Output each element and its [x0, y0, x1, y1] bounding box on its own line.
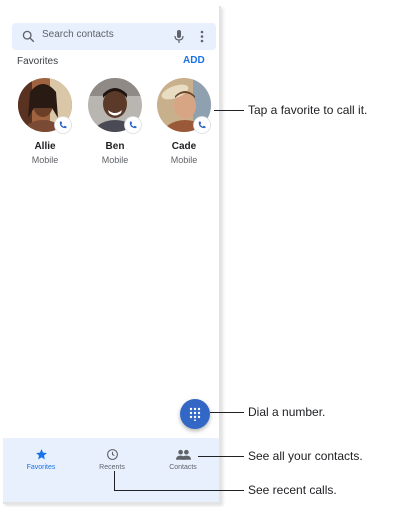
callout-line-recents-vertical: [114, 471, 115, 491]
phone-screen: Search contacts Favorites ADD Allie Mobi…: [3, 6, 221, 504]
nav-tab-contacts[interactable]: Contacts: [147, 448, 219, 488]
clock-icon: [106, 449, 118, 460]
callout-line-dial: [210, 412, 244, 413]
search-bar[interactable]: Search contacts: [12, 23, 216, 50]
more-options-icon[interactable]: [198, 28, 206, 45]
contact-phone-type: Mobile: [31, 155, 59, 165]
search-icon: [22, 30, 35, 43]
nav-tab-label: Favorites: [26, 464, 56, 471]
phone-icon[interactable]: [124, 116, 142, 134]
contact-name: Allie: [34, 141, 56, 152]
callout-contacts: See all your contacts.: [248, 449, 363, 463]
contact-name: Ben: [105, 141, 125, 152]
nav-tab-favorites[interactable]: Favorites: [5, 448, 77, 488]
nav-tab-label: Recents: [99, 464, 125, 471]
callout-line-recents: [114, 490, 244, 491]
phone-icon[interactable]: [193, 116, 211, 134]
callout-dial: Dial a number.: [248, 405, 326, 419]
add-favorite-button[interactable]: ADD: [183, 55, 205, 66]
phone-icon[interactable]: [54, 116, 72, 134]
nav-tab-label: Contacts: [169, 464, 197, 471]
callout-line-favorite: [214, 110, 244, 111]
dialpad-icon: [189, 407, 201, 421]
callout-favorite: Tap a favorite to call it.: [248, 103, 368, 117]
callout-recents: See recent calls.: [248, 483, 337, 497]
dialpad-button[interactable]: [180, 399, 210, 429]
star-icon: [35, 449, 47, 460]
contact-phone-type: Mobile: [170, 155, 198, 165]
callout-line-contacts: [198, 456, 244, 457]
contact-phone-type: Mobile: [101, 155, 129, 165]
nav-tab-recents[interactable]: Recents: [76, 448, 148, 488]
contact-name: Cade: [171, 141, 197, 152]
search-input[interactable]: Search contacts: [42, 29, 114, 40]
favorite-contact-ben[interactable]: Ben Mobile: [82, 78, 148, 178]
people-icon: [175, 449, 191, 460]
mic-icon[interactable]: [173, 29, 185, 44]
favorites-header: Favorites: [17, 56, 59, 67]
favorite-contact-allie[interactable]: Allie Mobile: [12, 78, 78, 178]
favorite-contact-cade[interactable]: Cade Mobile: [151, 78, 217, 178]
bottom-navigation: Favorites Recents Contacts: [3, 438, 219, 502]
